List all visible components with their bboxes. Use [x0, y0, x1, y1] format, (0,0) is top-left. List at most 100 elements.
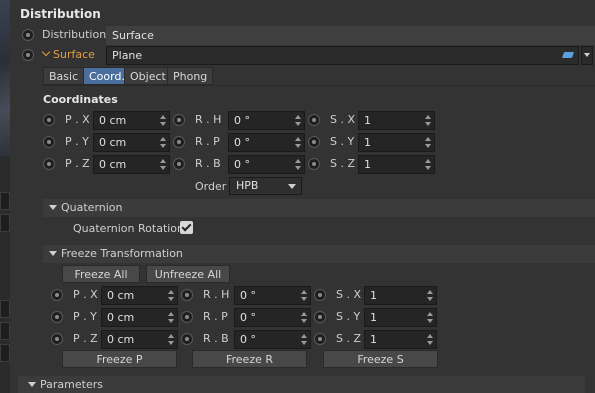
spinner-arrows-icon[interactable]: [168, 289, 175, 302]
collapse-triangle-icon: [28, 382, 36, 387]
freeze-sx-label: S . X: [336, 288, 362, 301]
coord-sx-input[interactable]: 1: [358, 111, 435, 130]
coord-sy-input[interactable]: 1: [358, 133, 435, 152]
left-spinner[interactable]: [0, 214, 10, 232]
freeze-r-button[interactable]: Freeze R: [192, 350, 307, 368]
collapse-triangle-icon: [49, 251, 57, 256]
spinner-arrows-icon[interactable]: [160, 136, 167, 149]
distribution-value[interactable]: Surface: [106, 26, 595, 45]
freeze-py-value: 0 cm: [107, 311, 135, 324]
animate-radio[interactable]: [43, 114, 55, 126]
left-spinner[interactable]: [0, 300, 10, 318]
animate-radio[interactable]: [173, 114, 185, 126]
spinner-arrows-icon[interactable]: [168, 333, 175, 346]
spinner-arrows-icon[interactable]: [160, 158, 167, 171]
animate-radio[interactable]: [51, 289, 63, 301]
coord-rp-input[interactable]: 0 °: [228, 133, 305, 152]
freeze-rp-value: 0 °: [240, 311, 256, 324]
coord-sz-value: 1: [364, 158, 371, 171]
order-dropdown[interactable]: HPB: [229, 177, 302, 195]
link-dropdown-button[interactable]: [581, 46, 593, 65]
coord-sy-label: S . Y: [330, 135, 355, 148]
freeze-rh-input[interactable]: 0 °: [234, 286, 311, 305]
coord-px-input[interactable]: 0 cm: [93, 111, 170, 130]
spinner-arrows-icon[interactable]: [160, 114, 167, 127]
quaternion-rotation-checkbox[interactable]: [180, 221, 193, 234]
freeze-sx-input[interactable]: 1: [364, 286, 437, 305]
spinner-arrows-icon[interactable]: [425, 136, 432, 149]
surface-value: Plane: [112, 49, 143, 62]
animate-radio[interactable]: [173, 158, 185, 170]
chevron-down-icon: [584, 53, 590, 57]
coord-sz-input[interactable]: 1: [358, 155, 435, 174]
animate-radio[interactable]: [51, 311, 63, 323]
spinner-arrows-icon[interactable]: [295, 136, 302, 149]
animate-radio[interactable]: [308, 114, 320, 126]
left-spinner[interactable]: [0, 322, 10, 340]
spinner-arrows-icon[interactable]: [168, 311, 175, 324]
tab-phong[interactable]: Phong: [167, 67, 214, 85]
freeze-rh-value: 0 °: [240, 289, 256, 302]
freeze-all-button[interactable]: Freeze All: [62, 265, 140, 283]
surface-link-field[interactable]: Plane: [106, 46, 579, 65]
spinner-arrows-icon[interactable]: [427, 333, 434, 346]
freeze-px-input[interactable]: 0 cm: [101, 286, 178, 305]
freeze-p-button[interactable]: Freeze P: [62, 350, 177, 368]
spinner-arrows-icon[interactable]: [427, 311, 434, 324]
freeze-rb-input[interactable]: 0 °: [234, 330, 311, 349]
animate-radio[interactable]: [181, 311, 193, 323]
freeze-s-button[interactable]: Freeze S: [323, 350, 438, 368]
animate-radio[interactable]: [314, 333, 326, 345]
left-panel-strip: [0, 0, 10, 393]
freeze-section-header[interactable]: Freeze Transformation: [43, 245, 595, 263]
tab-object[interactable]: Object: [124, 67, 172, 85]
coord-rh-input[interactable]: 0 °: [228, 111, 305, 130]
spinner-arrows-icon[interactable]: [295, 158, 302, 171]
coord-py-value: 0 cm: [99, 136, 127, 149]
animate-radio[interactable]: [181, 333, 193, 345]
spinner-arrows-icon[interactable]: [295, 114, 302, 127]
animate-radio[interactable]: [314, 289, 326, 301]
divider: [43, 85, 595, 86]
coord-px-value: 0 cm: [99, 114, 127, 127]
left-spinner[interactable]: [0, 192, 10, 210]
spinner-arrows-icon[interactable]: [301, 333, 308, 346]
freeze-sz-input[interactable]: 1: [364, 330, 437, 349]
chevron-down-icon[interactable]: [41, 47, 51, 57]
parameters-section-header[interactable]: Parameters: [18, 376, 585, 393]
coord-sy-value: 1: [364, 136, 371, 149]
animate-radio[interactable]: [22, 29, 34, 41]
coord-px-label: P . X: [65, 113, 90, 126]
freeze-rp-input[interactable]: 0 °: [234, 308, 311, 327]
freeze-sy-value: 1: [370, 311, 377, 324]
animate-radio[interactable]: [43, 136, 55, 148]
quaternion-section-header[interactable]: Quaternion: [43, 199, 595, 217]
coord-sz-label: S . Z: [330, 157, 356, 170]
coord-pz-input[interactable]: 0 cm: [93, 155, 170, 174]
animate-radio[interactable]: [22, 49, 34, 61]
left-spinner[interactable]: [0, 344, 10, 362]
freeze-sz-value: 1: [370, 333, 377, 346]
spinner-arrows-icon[interactable]: [427, 289, 434, 302]
tab-basic[interactable]: Basic: [43, 67, 85, 85]
animate-radio[interactable]: [43, 158, 55, 170]
spinner-arrows-icon[interactable]: [301, 311, 308, 324]
freeze-sy-input[interactable]: 1: [364, 308, 437, 327]
spinner-arrows-icon[interactable]: [425, 114, 432, 127]
coord-rb-input[interactable]: 0 °: [228, 155, 305, 174]
spinner-arrows-icon[interactable]: [425, 158, 432, 171]
animate-radio[interactable]: [308, 136, 320, 148]
surface-label: Surface: [41, 47, 95, 61]
animate-radio[interactable]: [173, 136, 185, 148]
unfreeze-all-button[interactable]: Unfreeze All: [146, 265, 230, 283]
animate-radio[interactable]: [51, 333, 63, 345]
animate-radio[interactable]: [181, 289, 193, 301]
coord-py-input[interactable]: 0 cm: [93, 133, 170, 152]
spinner-arrows-icon[interactable]: [301, 289, 308, 302]
freeze-pz-input[interactable]: 0 cm: [101, 330, 178, 349]
coord-pz-label: P . Z: [65, 157, 90, 170]
object-link-icon[interactable]: [561, 52, 575, 58]
freeze-py-input[interactable]: 0 cm: [101, 308, 178, 327]
animate-radio[interactable]: [314, 311, 326, 323]
animate-radio[interactable]: [308, 158, 320, 170]
